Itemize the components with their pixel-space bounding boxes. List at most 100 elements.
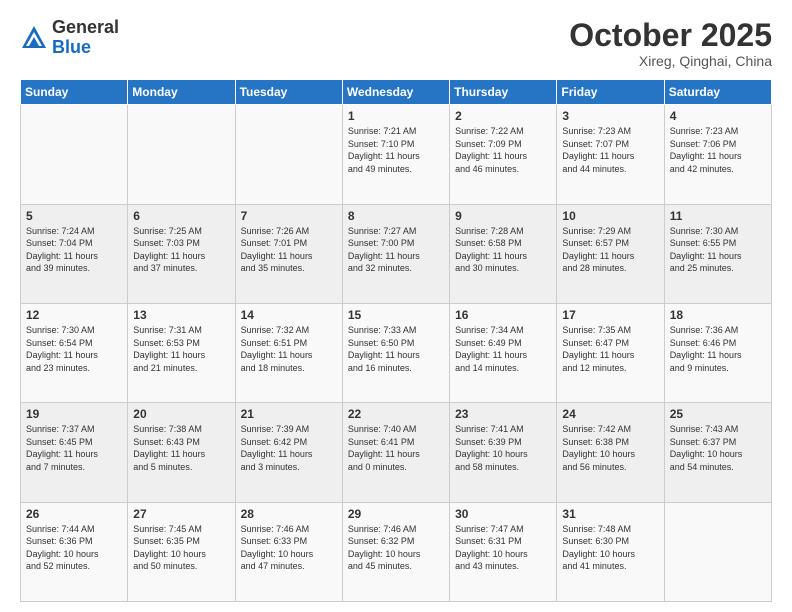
calendar-cell: 15 Sunrise: 7:33 AM Sunset: 6:50 PM Dayli…	[342, 303, 449, 402]
day-number: 19	[26, 407, 122, 421]
calendar-week-3: 12Sunrise: 7:30 AM Sunset: 6:54 PM Dayli…	[21, 303, 772, 402]
day-info: Sunrise: 7:39 AM Sunset: 6:42 PM Dayligh…	[241, 423, 337, 473]
day-header-wednesday: Wednesday	[342, 80, 449, 105]
calendar-cell: 31 Sunrise: 7:48 AM Sunset: 6:30 PM Dayli…	[557, 502, 664, 601]
page: General Blue October 2025 Xireg, Qinghai…	[0, 0, 792, 612]
calendar-cell: 22 Sunrise: 7:40 AM Sunset: 6:41 PM Dayli…	[342, 403, 449, 502]
day-number: 9	[455, 209, 551, 223]
header: General Blue October 2025 Xireg, Qinghai…	[20, 18, 772, 69]
day-number: 5	[26, 209, 122, 223]
calendar-cell: 18Sunrise: 7:36 AM Sunset: 6:46 PM Dayli…	[664, 303, 771, 402]
calendar-cell	[235, 105, 342, 204]
day-info: Sunrise: 7:22 AM Sunset: 7:09 PM Dayligh…	[455, 125, 551, 175]
day-info: Sunrise: 7:30 AM Sunset: 6:55 PM Dayligh…	[670, 225, 766, 275]
days-header-row: SundayMondayTuesdayWednesdayThursdayFrid…	[21, 80, 772, 105]
day-header-saturday: Saturday	[664, 80, 771, 105]
day-info: Sunrise: 7:42 AM Sunset: 6:38 PM Dayligh…	[562, 423, 658, 473]
day-info: Sunrise: 7:46 AM Sunset: 6:32 PM Dayligh…	[348, 523, 444, 573]
calendar-week-4: 19 Sunrise: 7:37 AM Sunset: 6:45 PM Dayli…	[21, 403, 772, 502]
day-number: 3	[562, 109, 658, 123]
day-info: Sunrise: 7:47 AM Sunset: 6:31 PM Dayligh…	[455, 523, 551, 573]
calendar-cell	[128, 105, 235, 204]
day-number: 6	[133, 209, 229, 223]
calendar-cell: 30 Sunrise: 7:47 AM Sunset: 6:31 PM Dayli…	[450, 502, 557, 601]
calendar-cell: 24 Sunrise: 7:42 AM Sunset: 6:38 PM Dayli…	[557, 403, 664, 502]
calendar-cell: 3 Sunrise: 7:23 AM Sunset: 7:07 PM Daylig…	[557, 105, 664, 204]
calendar-week-1: 1Sunrise: 7:21 AM Sunset: 7:10 PM Daylig…	[21, 105, 772, 204]
logo-text: General Blue	[52, 18, 119, 58]
calendar-cell: 16Sunrise: 7:34 AM Sunset: 6:49 PM Dayli…	[450, 303, 557, 402]
day-info: Sunrise: 7:44 AM Sunset: 6:36 PM Dayligh…	[26, 523, 122, 573]
logo-blue-text: Blue	[52, 38, 119, 58]
calendar-cell: 6 Sunrise: 7:25 AM Sunset: 7:03 PM Daylig…	[128, 204, 235, 303]
day-number: 13	[133, 308, 229, 322]
calendar-cell: 4Sunrise: 7:23 AM Sunset: 7:06 PM Daylig…	[664, 105, 771, 204]
day-number: 15	[348, 308, 444, 322]
day-info: Sunrise: 7:30 AM Sunset: 6:54 PM Dayligh…	[26, 324, 122, 374]
calendar-cell: 5 Sunrise: 7:24 AM Sunset: 7:04 PM Daylig…	[21, 204, 128, 303]
calendar-cell: 2Sunrise: 7:22 AM Sunset: 7:09 PM Daylig…	[450, 105, 557, 204]
day-info: Sunrise: 7:45 AM Sunset: 6:35 PM Dayligh…	[133, 523, 229, 573]
day-info: Sunrise: 7:33 AM Sunset: 6:50 PM Dayligh…	[348, 324, 444, 374]
day-number: 28	[241, 507, 337, 521]
day-number: 10	[562, 209, 658, 223]
calendar-cell: 17 Sunrise: 7:35 AM Sunset: 6:47 PM Dayli…	[557, 303, 664, 402]
day-header-sunday: Sunday	[21, 80, 128, 105]
calendar-week-5: 26 Sunrise: 7:44 AM Sunset: 6:36 PM Dayli…	[21, 502, 772, 601]
calendar-week-2: 5 Sunrise: 7:24 AM Sunset: 7:04 PM Daylig…	[21, 204, 772, 303]
day-info: Sunrise: 7:43 AM Sunset: 6:37 PM Dayligh…	[670, 423, 766, 473]
day-number: 22	[348, 407, 444, 421]
day-header-friday: Friday	[557, 80, 664, 105]
day-info: Sunrise: 7:46 AM Sunset: 6:33 PM Dayligh…	[241, 523, 337, 573]
day-number: 30	[455, 507, 551, 521]
calendar-cell: 28 Sunrise: 7:46 AM Sunset: 6:33 PM Dayli…	[235, 502, 342, 601]
calendar-cell: 19 Sunrise: 7:37 AM Sunset: 6:45 PM Dayli…	[21, 403, 128, 502]
title-block: October 2025 Xireg, Qinghai, China	[569, 18, 772, 69]
calendar-cell: 23 Sunrise: 7:41 AM Sunset: 6:39 PM Dayli…	[450, 403, 557, 502]
day-info: Sunrise: 7:31 AM Sunset: 6:53 PM Dayligh…	[133, 324, 229, 374]
day-info: Sunrise: 7:37 AM Sunset: 6:45 PM Dayligh…	[26, 423, 122, 473]
day-info: Sunrise: 7:38 AM Sunset: 6:43 PM Dayligh…	[133, 423, 229, 473]
day-number: 26	[26, 507, 122, 521]
day-info: Sunrise: 7:24 AM Sunset: 7:04 PM Dayligh…	[26, 225, 122, 275]
day-number: 20	[133, 407, 229, 421]
calendar-cell: 13 Sunrise: 7:31 AM Sunset: 6:53 PM Dayli…	[128, 303, 235, 402]
calendar-cell	[664, 502, 771, 601]
day-info: Sunrise: 7:34 AM Sunset: 6:49 PM Dayligh…	[455, 324, 551, 374]
day-info: Sunrise: 7:21 AM Sunset: 7:10 PM Dayligh…	[348, 125, 444, 175]
day-info: Sunrise: 7:25 AM Sunset: 7:03 PM Dayligh…	[133, 225, 229, 275]
day-info: Sunrise: 7:32 AM Sunset: 6:51 PM Dayligh…	[241, 324, 337, 374]
day-info: Sunrise: 7:40 AM Sunset: 6:41 PM Dayligh…	[348, 423, 444, 473]
day-number: 24	[562, 407, 658, 421]
calendar-cell: 25 Sunrise: 7:43 AM Sunset: 6:37 PM Dayli…	[664, 403, 771, 502]
logo-general-text: General	[52, 18, 119, 38]
day-info: Sunrise: 7:41 AM Sunset: 6:39 PM Dayligh…	[455, 423, 551, 473]
day-info: Sunrise: 7:48 AM Sunset: 6:30 PM Dayligh…	[562, 523, 658, 573]
month-title: October 2025	[569, 18, 772, 53]
day-number: 8	[348, 209, 444, 223]
location: Xireg, Qinghai, China	[569, 53, 772, 69]
logo: General Blue	[20, 18, 119, 58]
day-number: 11	[670, 209, 766, 223]
calendar-cell: 27Sunrise: 7:45 AM Sunset: 6:35 PM Dayli…	[128, 502, 235, 601]
day-info: Sunrise: 7:35 AM Sunset: 6:47 PM Dayligh…	[562, 324, 658, 374]
day-number: 14	[241, 308, 337, 322]
calendar-cell: 8 Sunrise: 7:27 AM Sunset: 7:00 PM Daylig…	[342, 204, 449, 303]
day-number: 17	[562, 308, 658, 322]
calendar-cell: 7Sunrise: 7:26 AM Sunset: 7:01 PM Daylig…	[235, 204, 342, 303]
calendar-cell: 9Sunrise: 7:28 AM Sunset: 6:58 PM Daylig…	[450, 204, 557, 303]
day-info: Sunrise: 7:23 AM Sunset: 7:07 PM Dayligh…	[562, 125, 658, 175]
day-info: Sunrise: 7:23 AM Sunset: 7:06 PM Dayligh…	[670, 125, 766, 175]
calendar-table: SundayMondayTuesdayWednesdayThursdayFrid…	[20, 79, 772, 602]
day-info: Sunrise: 7:27 AM Sunset: 7:00 PM Dayligh…	[348, 225, 444, 275]
day-number: 7	[241, 209, 337, 223]
calendar-cell: 29Sunrise: 7:46 AM Sunset: 6:32 PM Dayli…	[342, 502, 449, 601]
day-number: 31	[562, 507, 658, 521]
day-number: 25	[670, 407, 766, 421]
day-info: Sunrise: 7:36 AM Sunset: 6:46 PM Dayligh…	[670, 324, 766, 374]
day-header-thursday: Thursday	[450, 80, 557, 105]
day-info: Sunrise: 7:29 AM Sunset: 6:57 PM Dayligh…	[562, 225, 658, 275]
day-number: 23	[455, 407, 551, 421]
calendar-header: SundayMondayTuesdayWednesdayThursdayFrid…	[21, 80, 772, 105]
calendar-cell: 20 Sunrise: 7:38 AM Sunset: 6:43 PM Dayli…	[128, 403, 235, 502]
